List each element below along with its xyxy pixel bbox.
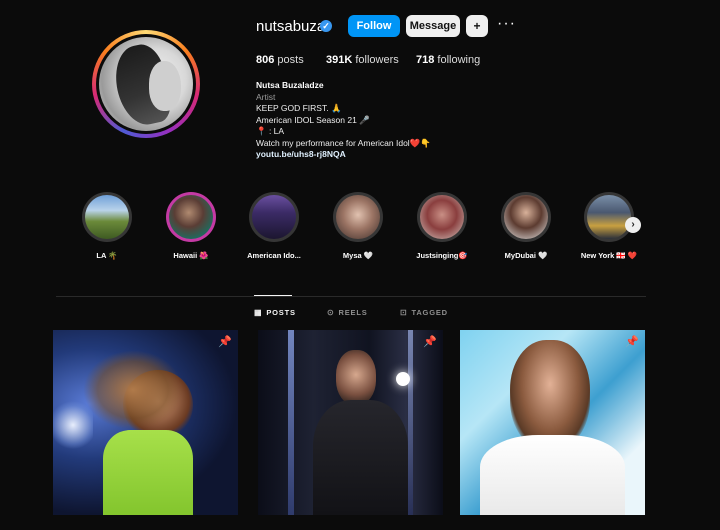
profile-avatar[interactable] [92,30,200,138]
suggested-accounts-button[interactable]: + [466,15,488,37]
highlight-justsinging[interactable]: Justsinging🎯 [402,192,482,260]
more-options-icon[interactable]: ··· [497,15,515,35]
instagram-profile-page: nutsabuza ✓ Follow Message + ··· 806 pos… [0,0,720,530]
add-user-icon: + [473,19,481,33]
avatar-photo [99,37,193,131]
reels-icon: ⊙ [327,308,335,317]
posts-count: 806 posts [256,54,304,66]
tab-tagged[interactable]: ⊡ TAGGED [400,308,448,317]
bio-line: American IDOL Season 21 🎤 [256,114,370,125]
bio-link[interactable]: youtu.be/uhs8-rj8NQA [256,149,516,161]
highlight-la[interactable]: LA 🌴 [67,192,147,260]
grid-icon: ▦ [254,308,263,317]
following-count[interactable]: 718 following [416,54,480,66]
profile-username: nutsabuza [256,18,326,35]
highlight-hawaii[interactable]: Hawaii 🌺 [151,192,231,260]
pinned-icon: 📌 [625,336,639,348]
highlight-mydubai[interactable]: MyDubai 🤍 [486,192,566,260]
tab-reels[interactable]: ⊙ REELS [327,308,368,317]
message-button[interactable]: Message [406,15,460,37]
bio-line: 📍 : LA [256,126,285,136]
active-tab-indicator [254,295,292,296]
pinned-icon: 📌 [218,336,232,348]
followers-count[interactable]: 391K followers [326,54,399,66]
profile-bio: Nutsa Buzaladze Artist KEEP GOD FIRST. 🙏… [256,80,516,161]
post-thumbnail[interactable]: 📌 [460,330,645,515]
pinned-icon: 📌 [423,336,437,348]
bio-line: Watch my performance for American Idol❤️… [256,137,431,148]
verified-check-icon: ✓ [320,20,332,32]
tabs-divider [56,296,646,297]
bio-line: KEEP GOD FIRST. 🙏 [256,103,342,113]
bio-category: Artist [256,91,276,102]
highlight-mysa[interactable]: Mysa 🤍 [318,192,398,260]
follow-button[interactable]: Follow [348,15,400,37]
post-thumbnail[interactable]: 📌 [258,330,443,515]
post-thumbnail[interactable]: 📌 [53,330,238,515]
highlight-american-idol[interactable]: American Ido... [234,192,314,260]
next-highlights-icon[interactable]: › [625,217,641,233]
tagged-icon: ⊡ [400,308,408,317]
bio-name: Nutsa Buzaladze [256,80,324,90]
tab-posts[interactable]: ▦ POSTS [254,308,296,317]
